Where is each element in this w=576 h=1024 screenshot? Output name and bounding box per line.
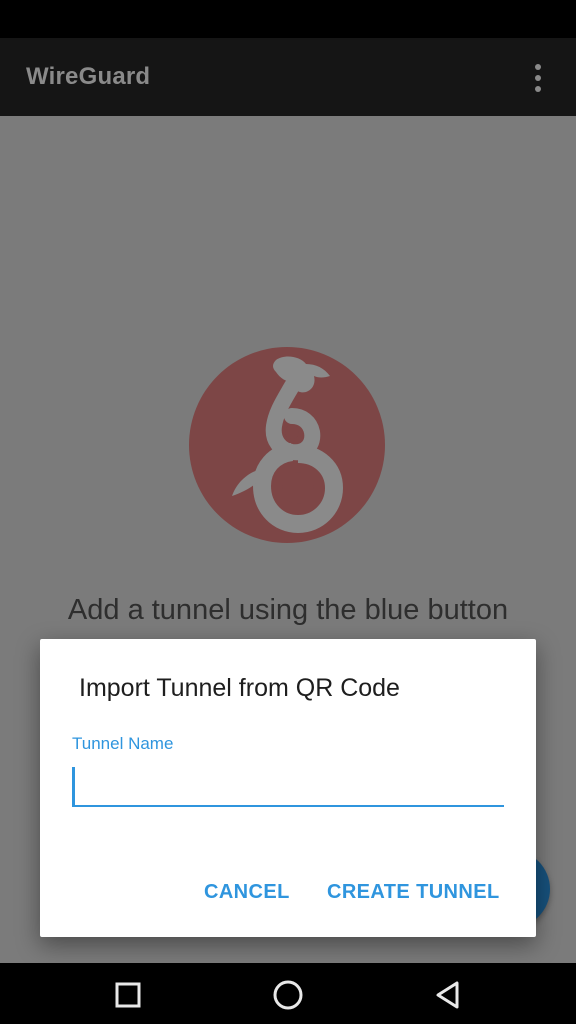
- screen: WireGuard Add a tunnel using the blue bu…: [0, 0, 576, 1024]
- status-bar: [0, 0, 576, 38]
- dialog-title: Import Tunnel from QR Code: [79, 674, 400, 702]
- wireguard-logo-icon: [189, 347, 385, 543]
- cancel-button[interactable]: CANCEL: [198, 877, 296, 908]
- overflow-dot: [535, 86, 541, 92]
- overflow-dot: [535, 75, 541, 81]
- overflow-dot: [535, 64, 541, 70]
- system-nav-bar: [0, 963, 576, 1024]
- create-tunnel-button[interactable]: CREATE TUNNEL: [321, 877, 506, 908]
- home-circle-icon[interactable]: [266, 973, 310, 1017]
- app-bar: WireGuard: [0, 38, 576, 116]
- more-vert-icon[interactable]: [522, 60, 554, 96]
- tunnel-name-input[interactable]: [72, 763, 504, 807]
- import-qr-dialog: Import Tunnel from QR Code Tunnel Name C…: [40, 639, 536, 937]
- recents-square-icon[interactable]: [106, 973, 150, 1017]
- empty-state-message: Add a tunnel using the blue button: [67, 594, 509, 626]
- back-triangle-icon[interactable]: [426, 973, 470, 1017]
- tunnel-name-label: Tunnel Name: [72, 734, 174, 753]
- app-title: WireGuard: [26, 63, 151, 90]
- text-caret: [72, 767, 75, 805]
